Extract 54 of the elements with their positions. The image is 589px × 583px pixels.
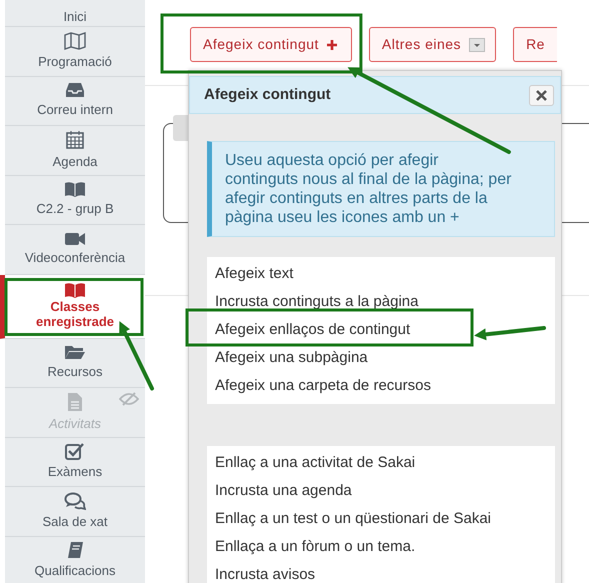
sidebar-item-label: Programació <box>38 52 112 71</box>
sidebar-item[interactable]: Recursos <box>5 338 145 388</box>
caret-icon <box>469 38 486 52</box>
book-icon <box>64 181 86 197</box>
sidebar-item-label: C2.2 - grup B <box>36 200 114 218</box>
map-icon <box>64 32 86 50</box>
folder-icon <box>64 344 86 360</box>
sidebar-item[interactable]: Inici <box>5 0 145 27</box>
toolbar-button[interactable]: Afegeix contingut <box>190 27 352 62</box>
sidebar-item-label: Sala de xat <box>42 512 108 530</box>
sidebar-item-label: Correu intern <box>37 101 113 119</box>
menu-item[interactable]: Afegeix enllaços de contingut <box>207 316 555 344</box>
menu-item[interactable]: Enllaç a una activitat de Sakai <box>207 449 555 477</box>
menu-item[interactable]: Afegeix text <box>207 260 555 288</box>
menu-item[interactable]: Enllaç a un test o un qüestionari de Sakai <box>207 505 555 533</box>
chat-icon <box>64 492 86 510</box>
menu-item[interactable]: Incrusta una agenda <box>207 477 555 505</box>
sidebar-item[interactable]: Qualificacions <box>5 536 145 583</box>
sidebar-item-label: Videoconferència <box>24 248 126 266</box>
sidebar-item-label: Qualificacions <box>34 562 116 580</box>
document-icon <box>67 392 83 412</box>
book-icon <box>64 282 86 298</box>
sidebar-item-label: Inici <box>63 8 87 26</box>
sidebar-item[interactable]: Sala de xat <box>5 487 145 536</box>
annotation-arrow <box>474 326 546 340</box>
notebook-icon <box>66 541 84 559</box>
sidebar-item[interactable]: Programació <box>5 27 145 76</box>
menu-item[interactable]: Afegeix una subpàgina <box>207 344 555 372</box>
menu-item[interactable]: Incrusta continguts a la pàgina <box>207 288 555 316</box>
sidebar-item-label: Activitats <box>48 414 101 432</box>
info-message: Useu aquesta opció per afegir continguts nous al final de la pàgina; per afegir continguts en altres parts de la pàgina useu les icones amb un + <box>207 141 555 237</box>
sidebar-item[interactable]: Exàmens <box>5 438 145 487</box>
menu-item[interactable]: Afegeix una carpeta de recursos <box>207 372 555 400</box>
menu-item[interactable]: Incrusta avisos <box>207 561 555 583</box>
hidden-eye-icon <box>119 392 139 406</box>
sidebar-item-label: Classes enregistrade <box>34 300 116 330</box>
video-camera-icon <box>64 232 86 246</box>
annotation-arrow <box>119 321 154 390</box>
sidebar-item[interactable]: Correu intern <box>5 76 145 126</box>
checkbox-icon <box>65 442 85 460</box>
inbox-icon <box>65 82 85 98</box>
sidebar-item-label: Agenda <box>52 152 98 171</box>
dropdown-button[interactable]: Altres eines <box>368 27 496 62</box>
sidebar-item-label: Exàmens <box>48 463 102 481</box>
close-button[interactable] <box>529 84 554 106</box>
sidebar-item[interactable]: C2.2 - grup B <box>5 176 145 225</box>
toolbar-button[interactable]: Re <box>513 27 557 62</box>
calendar-icon <box>65 130 85 150</box>
plus-icon <box>326 40 337 50</box>
menu-item[interactable]: Enllaça a un fòrum o un tema. <box>207 533 555 561</box>
sidebar-item-label: Recursos <box>48 363 102 381</box>
popup-title: Afegeix contingut <box>204 84 331 105</box>
sidebar-item[interactable]: Agenda <box>5 126 145 176</box>
close-icon <box>536 90 547 100</box>
